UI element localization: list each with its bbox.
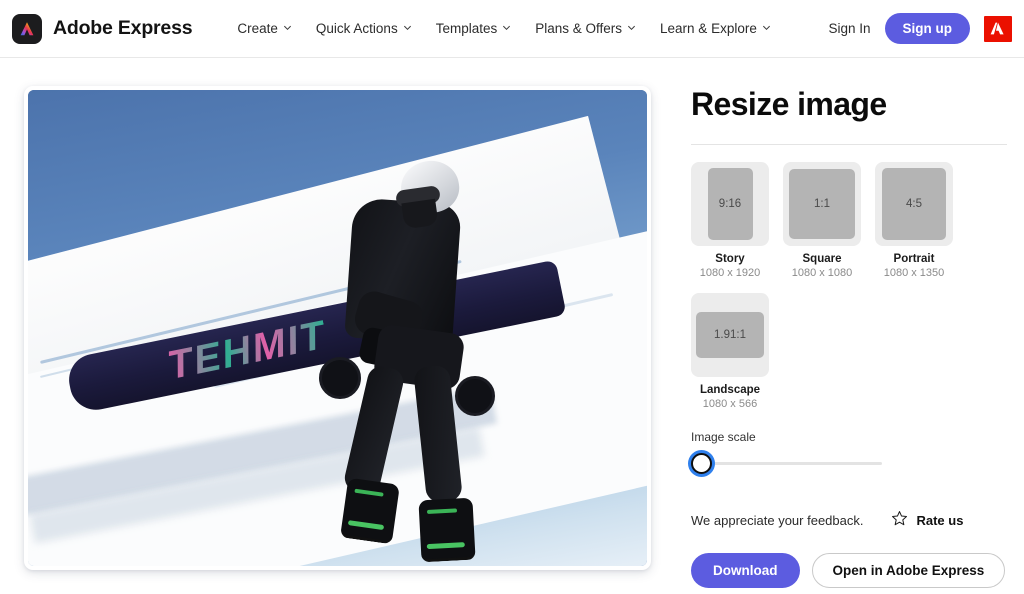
ratio-value: 9:16: [707, 167, 753, 240]
image-preview-area: TEHMIT: [24, 86, 651, 570]
nav-label: Create: [237, 21, 278, 36]
rider-boot: [418, 498, 477, 563]
image-frame[interactable]: TEHMIT: [24, 86, 651, 570]
ratio-dimensions: 1080 x 1080: [791, 266, 853, 279]
source-photo: TEHMIT: [28, 90, 647, 566]
star-outline-icon: [891, 510, 908, 532]
ratio-dimensions: 1080 x 1350: [883, 266, 945, 279]
ratio-name: Square: [802, 252, 842, 265]
ratio-option-square[interactable]: 1:1 Square 1080 x 1080: [783, 161, 861, 279]
ratio-name: Landscape: [699, 383, 761, 396]
ratio-thumbnail: 4:5: [875, 161, 953, 246]
boot-accent-stripe: [354, 489, 383, 498]
photo-snowboarder: [282, 157, 530, 563]
page-title: Resize image: [691, 86, 887, 122]
ratio-thumbnail: 1.91:1: [691, 292, 769, 377]
snowboard-binding: [455, 375, 496, 416]
nav-label: Plans & Offers: [535, 21, 623, 36]
panel-divider: [691, 143, 1007, 145]
ratio-option-story[interactable]: 9:16 Story 1080 x 1920: [691, 161, 769, 279]
boot-accent-stripe: [427, 508, 458, 515]
nav-item-plans-offers[interactable]: Plans & Offers: [523, 15, 648, 42]
nav-item-templates[interactable]: Templates: [424, 15, 524, 42]
slider-handle[interactable]: [691, 452, 712, 474]
nav-label: Learn & Explore: [660, 21, 757, 36]
image-scale-label: Image scale: [691, 429, 756, 444]
main-nav: Create Quick Actions Templates Plans & O…: [225, 15, 782, 42]
ratio-dimensions: 1080 x 566: [702, 397, 758, 410]
ratio-value: 1:1: [789, 168, 855, 239]
download-button[interactable]: Download: [691, 552, 800, 588]
nav-label: Quick Actions: [315, 21, 398, 36]
chevron-down-icon: [627, 23, 636, 32]
chevron-down-icon: [762, 23, 771, 32]
rate-us-button[interactable]: Rate us: [891, 510, 963, 532]
ratio-value: 4:5: [882, 167, 946, 240]
sign-up-button[interactable]: Sign up: [884, 13, 970, 44]
slider-track[interactable]: [700, 461, 882, 465]
image-scale-slider[interactable]: [691, 450, 882, 476]
ratio-name: Story: [715, 252, 745, 265]
feedback-row: We appreciate your feedback. Rate us: [691, 510, 1013, 532]
adobe-express-logo-icon: [12, 13, 42, 44]
boot-accent-stripe: [347, 520, 385, 531]
header-actions: Sign In Sign up: [828, 13, 1012, 44]
ratio-thumbnail: 1:1: [783, 161, 861, 246]
nav-item-learn-explore[interactable]: Learn & Explore: [648, 15, 783, 42]
site-header: Adobe Express Create Quick Actions Templ…: [0, 0, 1024, 58]
ratio-value: 1.91:1: [696, 311, 764, 358]
ratio-dimensions: 1080 x 1920: [699, 266, 761, 279]
chevron-down-icon: [502, 23, 511, 32]
adobe-corporate-logo-icon[interactable]: [984, 15, 1012, 42]
ratio-name: Portrait: [893, 252, 935, 265]
nav-item-quick-actions[interactable]: Quick Actions: [304, 15, 424, 42]
open-in-adobe-express-button[interactable]: Open in Adobe Express: [811, 552, 1006, 588]
rate-us-label: Rate us: [916, 513, 964, 529]
nav-item-create[interactable]: Create: [225, 15, 304, 42]
rider-boot: [339, 478, 400, 545]
aspect-ratio-grid: 9:16 Story 1080 x 1920 1:1 Square 1080 x…: [691, 161, 1011, 410]
nav-label: Templates: [435, 21, 498, 36]
sign-in-link[interactable]: Sign In: [828, 21, 870, 36]
ratio-option-portrait[interactable]: 4:5 Portrait 1080 x 1350: [875, 161, 953, 279]
resize-panel: Resize image 9:16 Story 1080 x 1920 1:1 …: [691, 86, 1013, 588]
chevron-down-icon: [283, 23, 292, 32]
feedback-text: We appreciate your feedback.: [691, 513, 864, 529]
ratio-thumbnail: 9:16: [691, 161, 769, 246]
chevron-down-icon: [403, 23, 412, 32]
panel-actions: Download Open in Adobe Express: [691, 552, 1013, 588]
ratio-option-landscape[interactable]: 1.91:1 Landscape 1080 x 566: [691, 292, 769, 410]
boot-accent-stripe: [427, 542, 466, 550]
rider-leg: [413, 364, 464, 504]
brand-link[interactable]: Adobe Express: [12, 13, 193, 44]
snowboard-binding: [318, 356, 361, 399]
brand-name: Adobe Express: [53, 17, 193, 39]
